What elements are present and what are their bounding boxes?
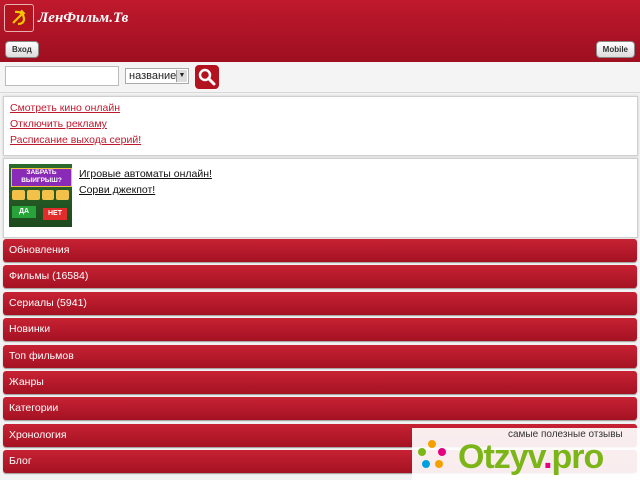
ad-banner-text: ЗАБРАТЬ ВЫИГРЫШ? (11, 168, 72, 187)
search-input[interactable] (5, 66, 119, 86)
series-schedule-link[interactable]: Расписание выхода серий! (10, 135, 637, 146)
ad-no-label: НЕТ (43, 208, 67, 220)
menu-item-categories[interactable]: Категории (3, 397, 637, 421)
watermark-logo: Otzyv.pro (458, 438, 605, 477)
disable-ads-link[interactable]: Отключить рекламу (10, 119, 637, 130)
ad-image[interactable]: ЗАБРАТЬ ВЫИГРЫШ? ДА НЕТ (9, 164, 72, 227)
menu-item-series[interactable]: Сериалы (5941) (3, 291, 637, 315)
ad-link-secondary[interactable]: Сорви джекпот! (79, 182, 212, 198)
people-circle-icon (418, 440, 446, 468)
ad-yes-label: ДА (12, 206, 36, 218)
site-title[interactable]: ЛенФильм.Тв (38, 10, 128, 27)
search-bar: название ▼ (0, 62, 640, 93)
watermark-logo-dot: . (543, 438, 553, 476)
chevron-down-icon[interactable]: ▼ (176, 70, 187, 82)
menu-item-new[interactable]: Новинки (3, 318, 637, 342)
search-type-value: название (129, 70, 177, 82)
ad-text: Игровые автоматы онлайн! Сорви джекпот! (79, 166, 212, 198)
mobile-button[interactable]: Mobile (595, 41, 635, 58)
menu-item-top-films[interactable]: Топ фильмов (3, 344, 637, 368)
otzyv-watermark: самые полезные отзывы Otzyv.pro (412, 428, 640, 480)
search-button[interactable] (195, 65, 219, 89)
menu-item-updates[interactable]: Обновления (3, 239, 637, 262)
login-button[interactable]: Вход (5, 41, 39, 58)
watch-online-link[interactable]: Смотреть кино онлайн (10, 103, 637, 114)
menu-item-genres[interactable]: Жанры (3, 370, 637, 394)
ad-link-primary[interactable]: Игровые автоматы онлайн! (79, 166, 212, 182)
slot-reels (12, 190, 69, 200)
site-header: ЛенФильм.Тв Вход Mobile (0, 0, 640, 62)
watermark-logo-tld: pro (551, 438, 605, 476)
search-type-select[interactable]: название ▼ (125, 68, 189, 84)
links-panel: Смотреть кино онлайн Отключить рекламу Р… (3, 96, 638, 156)
hammer-sickle-icon[interactable] (4, 4, 34, 32)
watermark-logo-main: Otzyv (458, 438, 544, 476)
ad-panel: ЗАБРАТЬ ВЫИГРЫШ? ДА НЕТ Игровые автоматы… (3, 158, 638, 238)
menu-item-films[interactable]: Фильмы (16584) (3, 265, 637, 289)
search-icon (198, 68, 216, 86)
